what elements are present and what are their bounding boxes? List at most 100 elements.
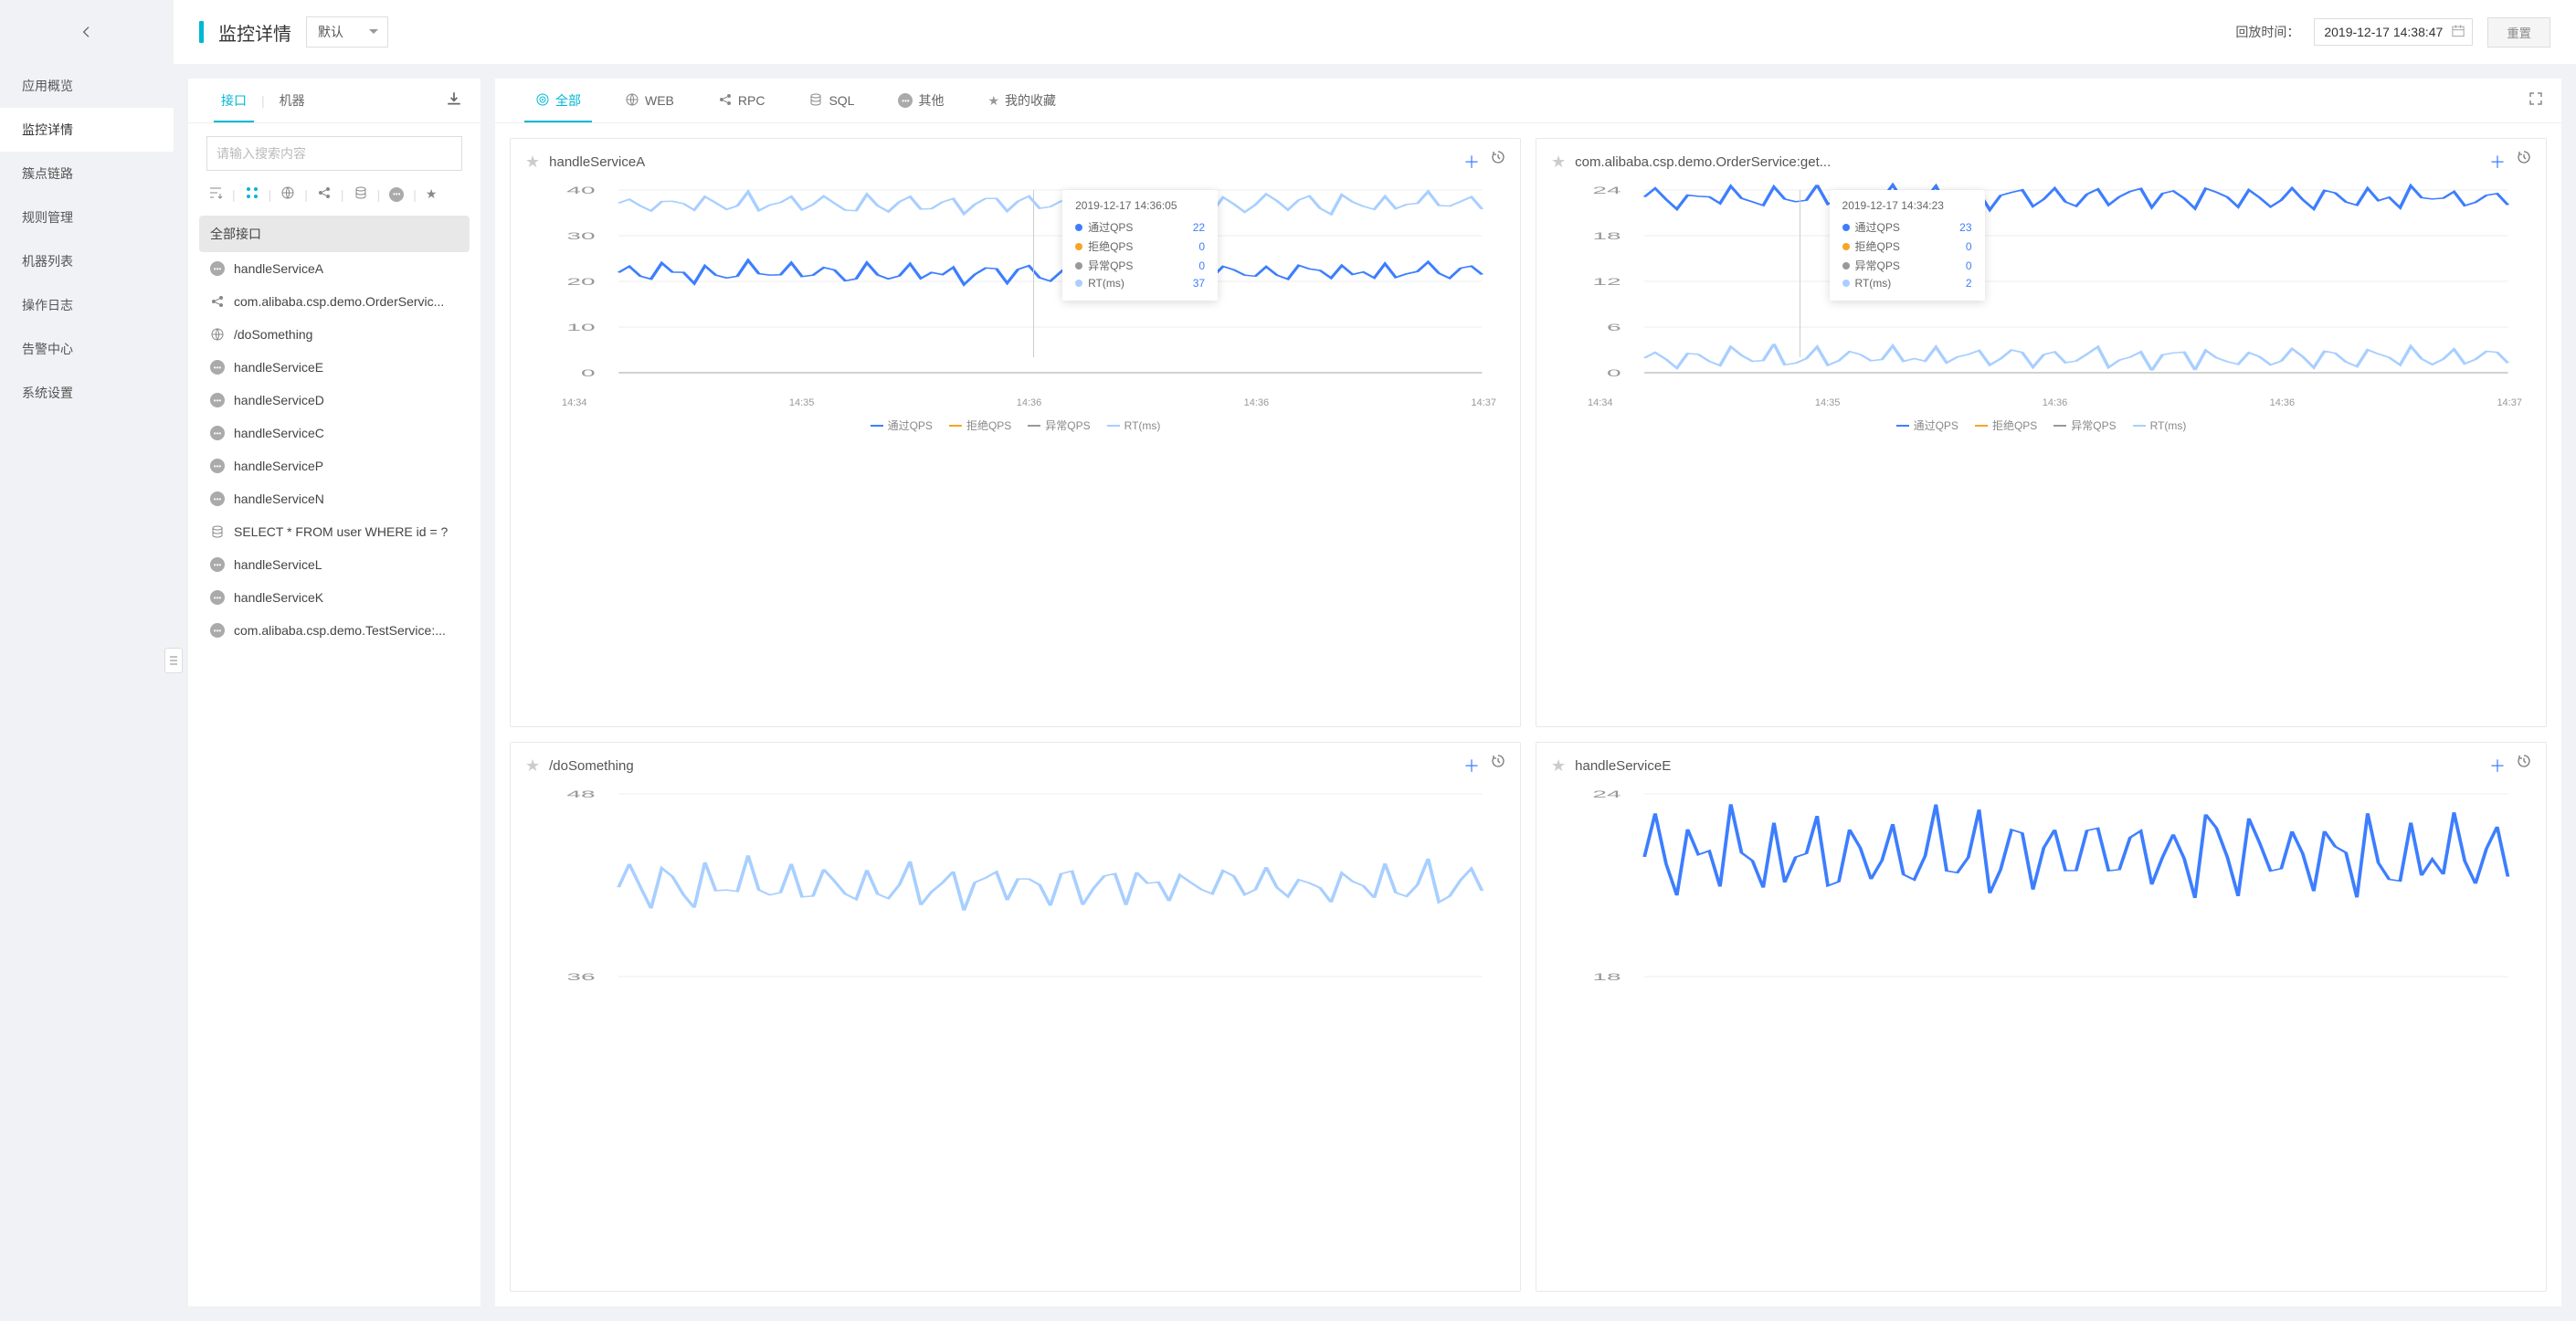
dots-icon: •••: [210, 459, 225, 473]
list-item[interactable]: •••handleServiceA: [199, 252, 470, 285]
list-item-label: com.alibaba.csp.demo.OrderServic...: [234, 294, 444, 309]
db-icon: [210, 524, 225, 539]
chart-marker-line: [1033, 190, 1034, 357]
sidebar-collapse-handle[interactable]: [164, 648, 183, 673]
chart-card: ★handleServiceA＋0102030402019-12-17 14:3…: [510, 138, 1521, 727]
reset-button[interactable]: 重置: [2487, 17, 2550, 48]
tooltip-label: 拒绝QPS: [1855, 238, 1960, 254]
chart-svg: 1824: [1551, 785, 2531, 995]
list-item[interactable]: •••handleServiceL: [199, 548, 470, 581]
db-filter-icon[interactable]: [352, 184, 370, 205]
expand-icon[interactable]: [2528, 91, 2543, 111]
list-item[interactable]: •••handleServiceK: [199, 581, 470, 614]
star-icon: ★: [987, 93, 999, 108]
panel-tab-machine[interactable]: 机器: [265, 79, 320, 122]
svg-text:6: 6: [1607, 322, 1621, 333]
list-item[interactable]: •••com.alibaba.csp.demo.TestService:...: [199, 614, 470, 647]
chart-tab[interactable]: 全部: [524, 79, 592, 122]
nav-item[interactable]: 监控详情: [0, 108, 174, 152]
nav-item[interactable]: 系统设置: [0, 371, 174, 415]
nav-item[interactable]: 规则管理: [0, 196, 174, 239]
list-item-label: handleServiceL: [234, 557, 322, 572]
sort-icon[interactable]: [206, 184, 225, 205]
mode-select[interactable]: 默认: [306, 16, 388, 48]
chart-area[interactable]: 3648: [525, 785, 1505, 998]
right-panel: 全部WEBRPCSQL•••其他★我的收藏 ★handleServiceA＋01…: [495, 79, 2561, 1306]
chart-tab[interactable]: SQL: [797, 79, 865, 122]
left-panel: 接口 | 机器 请输入搜索内容 | | | |: [188, 79, 480, 1306]
history-button[interactable]: [2517, 150, 2531, 174]
dots-icon: •••: [210, 623, 225, 638]
chart-tab-label: RPC: [738, 93, 765, 108]
list-item[interactable]: •••handleServiceE: [199, 351, 470, 384]
tooltip-time: 2019-12-17 14:34:23: [1842, 199, 1972, 212]
interface-list: 全部接口•••handleServiceAcom.alibaba.csp.dem…: [188, 216, 480, 1306]
chart-tab[interactable]: WEB: [614, 79, 685, 122]
x-tick: 14:36: [1244, 397, 1270, 408]
panel-tab-interface[interactable]: 接口: [206, 79, 261, 122]
share-filter-icon[interactable]: [315, 184, 333, 205]
list-item[interactable]: /doSomething: [199, 318, 470, 351]
list-item[interactable]: •••handleServiceD: [199, 384, 470, 417]
history-button[interactable]: [1491, 754, 1505, 777]
tooltip-value: 37: [1193, 277, 1205, 290]
dots-icon: •••: [210, 393, 225, 407]
tooltip-value: 0: [1198, 259, 1205, 272]
chart-title: /doSomething: [549, 758, 1454, 774]
db-icon: [808, 92, 823, 107]
add-rule-button[interactable]: ＋: [2489, 754, 2506, 777]
nav-item[interactable]: 应用概览: [0, 64, 174, 108]
more-filter-icon[interactable]: •••: [387, 185, 406, 204]
x-tick: 14:35: [1815, 397, 1841, 408]
chart-legend: 通过QPS拒绝QPS异常QPSRT(ms): [1551, 417, 2531, 433]
tooltip-value: 2: [1966, 277, 1972, 290]
svg-text:30: 30: [566, 230, 595, 241]
nav-item[interactable]: 机器列表: [0, 239, 174, 283]
search-input[interactable]: 请输入搜索内容: [206, 136, 462, 171]
nav-item[interactable]: 操作日志: [0, 283, 174, 327]
favorite-star[interactable]: ★: [1551, 756, 1566, 776]
download-icon[interactable]: [446, 90, 462, 111]
list-item[interactable]: 全部接口: [199, 216, 470, 252]
add-rule-button[interactable]: ＋: [1463, 150, 1480, 174]
chart-svg: 06121824: [1551, 181, 2531, 391]
add-rule-button[interactable]: ＋: [2489, 150, 2506, 174]
list-item[interactable]: •••handleServiceN: [199, 482, 470, 515]
chart-tab[interactable]: RPC: [707, 79, 776, 122]
x-tick: 14:36: [2043, 397, 2068, 408]
globe-filter-icon[interactable]: [279, 184, 297, 205]
replay-time-input[interactable]: 2019-12-17 14:38:47: [2314, 18, 2473, 46]
history-button[interactable]: [1491, 150, 1505, 174]
chart-category-tabs: 全部 WEB RPC SQL •••其他 ★我的收藏: [495, 79, 2561, 123]
list-item[interactable]: •••handleServiceC: [199, 417, 470, 449]
chart-area[interactable]: 1824: [1551, 785, 2531, 998]
list-item[interactable]: •••handleServiceP: [199, 449, 470, 482]
chart-area[interactable]: 061218242019-12-17 14:34:23通过QPS23拒绝QPS0…: [1551, 181, 2531, 394]
chart-area[interactable]: 0102030402019-12-17 14:36:05通过QPS22拒绝QPS…: [525, 181, 1505, 394]
favorite-star[interactable]: ★: [1551, 153, 1566, 172]
tooltip-label: 异常QPS: [1088, 258, 1193, 273]
chart-tab[interactable]: •••其他: [887, 79, 955, 122]
svg-text:12: 12: [1592, 276, 1621, 287]
nav-item[interactable]: 告警中心: [0, 327, 174, 371]
calendar-icon: [2452, 25, 2465, 40]
x-tick: 14:34: [1588, 397, 1613, 408]
dots-icon: •••: [210, 360, 225, 375]
favorite-star[interactable]: ★: [525, 756, 540, 776]
nav-item[interactable]: 簇点链路: [0, 152, 174, 196]
list-item[interactable]: SELECT * FROM user WHERE id = ?: [199, 515, 470, 548]
list-item[interactable]: com.alibaba.csp.demo.OrderServic...: [199, 285, 470, 318]
x-tick: 14:36: [2270, 397, 2296, 408]
replay-time-label: 回放时间：: [2235, 23, 2299, 41]
favorite-star[interactable]: ★: [525, 153, 540, 172]
list-item-label: handleServiceA: [234, 261, 323, 276]
chart-tab[interactable]: ★我的收藏: [977, 79, 1067, 122]
add-rule-button[interactable]: ＋: [1463, 754, 1480, 777]
grid-icon[interactable]: [243, 184, 261, 205]
svg-text:40: 40: [566, 185, 595, 196]
star-filter-icon[interactable]: ★: [424, 185, 439, 204]
svg-text:18: 18: [1592, 971, 1621, 982]
history-button[interactable]: [2517, 754, 2531, 777]
dots-icon: •••: [898, 93, 913, 108]
back-button[interactable]: [0, 0, 174, 64]
